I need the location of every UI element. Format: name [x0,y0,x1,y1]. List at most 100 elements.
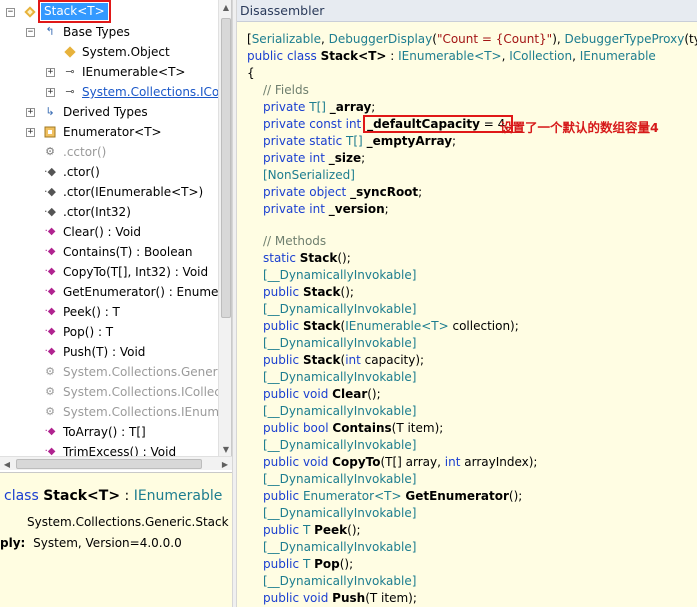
code-attr-nonserialized[interactable]: [NonSerialized] [263,167,355,184]
code-keyword: public [263,455,300,469]
tree-node-ctor-ienumerable[interactable]: ·◆ .ctor(IEnumerable<T>) [0,182,231,202]
code-method-name[interactable]: Stack [303,285,341,299]
tree-label: .cctor() [63,145,107,159]
tree-label: .ctor(Int32) [63,205,131,219]
code-type[interactable]: ICollection [509,49,572,63]
method-icon: ·◆ [44,266,56,277]
disassembler-header: Disassembler [237,0,697,22]
tree-node-contains[interactable]: ·◆ Contains(T) : Boolean [0,242,231,262]
code-type[interactable]: IEnumerable<T> [398,49,501,63]
code-attr-dynamic[interactable]: [__DynamicallyInvokable] [263,335,416,352]
summary-assembly-value: System, Version=4.0.0.0 [33,536,182,550]
scroll-up-icon[interactable]: ▲ [219,0,231,14]
expand-toggle[interactable]: + [26,128,35,137]
tree-label-link[interactable]: System.Collections.ICol [82,84,223,100]
tree-node-explicit-ienumerable[interactable]: ⚙ System.Collections.IEnume [0,402,231,422]
code-method-name[interactable]: Stack [303,319,341,333]
tree-label: GetEnumerator() : Enumer [63,285,224,299]
method-icon: ·◆ [44,426,56,437]
tree-label: Contains(T) : Boolean [63,245,193,259]
tree-node-base-types[interactable]: − ↰ Base Types [0,22,231,42]
tree-node-enumerator[interactable]: + Enumerator<T> [0,122,231,142]
code-method-name[interactable]: CopyTo [332,455,380,469]
code-type[interactable]: Enumerator<T> [303,489,402,503]
code-type[interactable]: T[] [346,134,363,148]
code-line-class-decl: public class Stack<T> : IEnumerable<T>, … [247,48,656,65]
code-attr-dynamic[interactable]: [__DynamicallyInvokable] [263,471,416,488]
code-type[interactable]: T [303,557,310,571]
code-method-name[interactable]: Contains [332,421,391,435]
collapse-toggle[interactable]: − [26,28,35,37]
tree-label: CopyTo(T[], Int32) : Void [63,265,209,279]
code-attr-dynamic[interactable]: [__DynamicallyInvokable] [263,301,416,318]
code-keyword: int [345,353,361,367]
code-attr-dynamic[interactable]: [__DynamicallyInvokable] [263,369,416,386]
code-attr[interactable]: DebuggerDisplay [329,32,433,46]
code-attr[interactable]: Serializable [252,32,321,46]
expand-toggle[interactable]: + [46,88,55,97]
collapse-toggle[interactable]: − [6,8,15,17]
code-method-name[interactable]: Pop [314,557,340,571]
tree-node-ienumerable[interactable]: + ⊸ IEnumerable<T> [0,62,231,82]
tree-node-stack[interactable]: − Stack<T> [0,0,231,23]
tree-node-ctor[interactable]: ·◆ .ctor() [0,162,231,182]
scroll-right-icon[interactable]: ▶ [218,457,232,471]
code-attr-dynamic[interactable]: [__DynamicallyInvokable] [263,403,416,420]
scrollbar-thumb[interactable] [221,18,231,318]
code-type[interactable]: T[] [309,100,326,114]
tree-node-copyto[interactable]: ·◆ CopyTo(T[], Int32) : Void [0,262,231,282]
tree-node-explicit-icollection[interactable]: ⚙ System.Collections.ICollect [0,382,231,402]
tree-node-pop[interactable]: ·◆ Pop() : T [0,322,231,342]
code-attr-dynamic[interactable]: [__DynamicallyInvokable] [263,505,416,522]
tree-node-getenumerator[interactable]: ·◆ GetEnumerator() : Enumer [0,282,231,302]
code-punct: capacity); [360,353,425,367]
code-method-name[interactable]: Stack [303,353,341,367]
tree-label: System.Collections.IEnume [63,405,227,419]
tree-node-derived-types[interactable]: + ↳ Derived Types [0,102,231,122]
code-type[interactable]: IEnumerable<T> [345,319,448,333]
code-method-name[interactable]: Stack [300,251,338,265]
tree-node-ctor-int[interactable]: ·◆ .ctor(Int32) [0,202,231,222]
expand-toggle[interactable]: + [26,108,35,117]
summary-base-type[interactable]: IEnumerable [134,488,223,504]
constructor-icon: ·◆ [44,205,56,218]
tree-horizontal-scrollbar[interactable]: ◀ ▶ [0,456,232,470]
tree-node-clear[interactable]: ·◆ Clear() : Void [0,222,231,242]
tree-node-cctor[interactable]: ⚙ .cctor() [0,142,231,162]
code-punct: ; [418,185,423,199]
code-type[interactable]: IEnumerable [580,49,656,63]
tree-node-sys-icollection[interactable]: + ⊸ System.Collections.ICol [0,82,231,102]
code-punct: , [320,32,329,46]
class-browser-tree[interactable]: − Stack<T> − ↰ Base Types System.Object … [0,0,232,456]
tree-node-push[interactable]: ·◆ Push(T) : Void [0,342,231,362]
code-class-name: Stack [320,49,359,63]
code-attr-dynamic[interactable]: [__DynamicallyInvokable] [263,573,416,590]
tree-node-peek[interactable]: ·◆ Peek() : T [0,302,231,322]
code-attr[interactable]: DebuggerTypeProxy [565,32,685,46]
interface-icon: ⊸ [65,85,75,98]
code-method-name[interactable]: Peek [314,523,347,537]
tree-node-explicit-generic[interactable]: ⚙ System.Collections.Generic [0,362,231,382]
constructor-icon: ·◆ [44,185,56,198]
interface-icon: ⊸ [65,65,75,78]
tree-node-toarray[interactable]: ·◆ ToArray() : T[] [0,422,231,442]
code-field-version: private int _version; [263,201,389,218]
code-method-name[interactable]: Clear [332,387,367,401]
code-line-attributes: [Serializable, DebuggerDisplay("Count = … [247,31,697,48]
code-comment-fields: // Fields [263,83,309,97]
expand-toggle[interactable]: + [46,68,55,77]
code-attr-dynamic[interactable]: [__DynamicallyInvokable] [263,539,416,556]
code-method-name[interactable]: GetEnumerator [405,489,509,503]
code-keyword: public [263,319,300,333]
tree-label: IEnumerable<T> [82,65,186,79]
scroll-left-icon[interactable]: ◀ [0,457,14,471]
tree-vertical-scrollbar[interactable]: ▲ ▼ [218,0,231,456]
scroll-down-icon[interactable]: ▼ [219,442,231,456]
tree-node-system-object[interactable]: System.Object [0,42,231,62]
code-attr-dynamic[interactable]: [__DynamicallyInvokable] [263,437,416,454]
tree-node-trimexcess[interactable]: ·◆ TrimExcess() : Void [0,442,231,456]
code-method-name[interactable]: Push [332,591,365,605]
scrollbar-thumb[interactable] [16,459,202,469]
code-attr-dynamic[interactable]: [__DynamicallyInvokable] [263,267,416,284]
code-type[interactable]: T [303,523,310,537]
